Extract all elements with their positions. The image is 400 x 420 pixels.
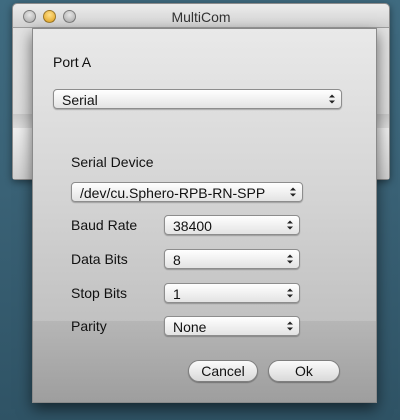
up-down-chevron-icon <box>287 220 293 230</box>
serial-device-label: Serial Device <box>71 154 154 170</box>
up-down-chevron-icon <box>329 94 335 104</box>
up-down-chevron-icon <box>287 321 293 331</box>
baud-rate-value: 38400 <box>173 218 212 234</box>
data-bits-popup[interactable]: 8 <box>164 249 300 269</box>
baud-rate-label: Baud Rate <box>71 217 138 233</box>
stop-bits-popup[interactable]: 1 <box>164 283 300 303</box>
port-type-value: Serial <box>62 92 98 108</box>
window-title: MultiCom <box>171 9 231 25</box>
data-bits-value: 8 <box>173 252 181 268</box>
parity-popup[interactable]: None <box>164 316 300 336</box>
up-down-chevron-icon <box>287 254 293 264</box>
parity-label: Parity <box>71 318 107 334</box>
port-type-popup[interactable]: Serial <box>53 89 342 109</box>
port-settings-sheet: Port A Serial Serial Device /dev/cu.Sphe… <box>32 28 377 403</box>
cancel-button[interactable]: Cancel <box>188 360 258 382</box>
stop-bits-label: Stop Bits <box>71 285 128 301</box>
parity-value: None <box>173 319 207 335</box>
port-heading: Port A <box>53 54 92 70</box>
serial-device-value: /dev/cu.Sphero-RPB-RN-SPP <box>80 185 266 201</box>
ok-button[interactable]: Ok <box>268 360 340 382</box>
baud-rate-popup[interactable]: 38400 <box>164 215 300 235</box>
up-down-chevron-icon <box>287 288 293 298</box>
data-bits-label: Data Bits <box>71 251 128 267</box>
stop-bits-value: 1 <box>173 286 181 302</box>
serial-device-popup[interactable]: /dev/cu.Sphero-RPB-RN-SPP <box>71 182 303 202</box>
title-bar[interactable]: MultiCom <box>13 4 389 28</box>
up-down-chevron-icon <box>290 187 296 197</box>
